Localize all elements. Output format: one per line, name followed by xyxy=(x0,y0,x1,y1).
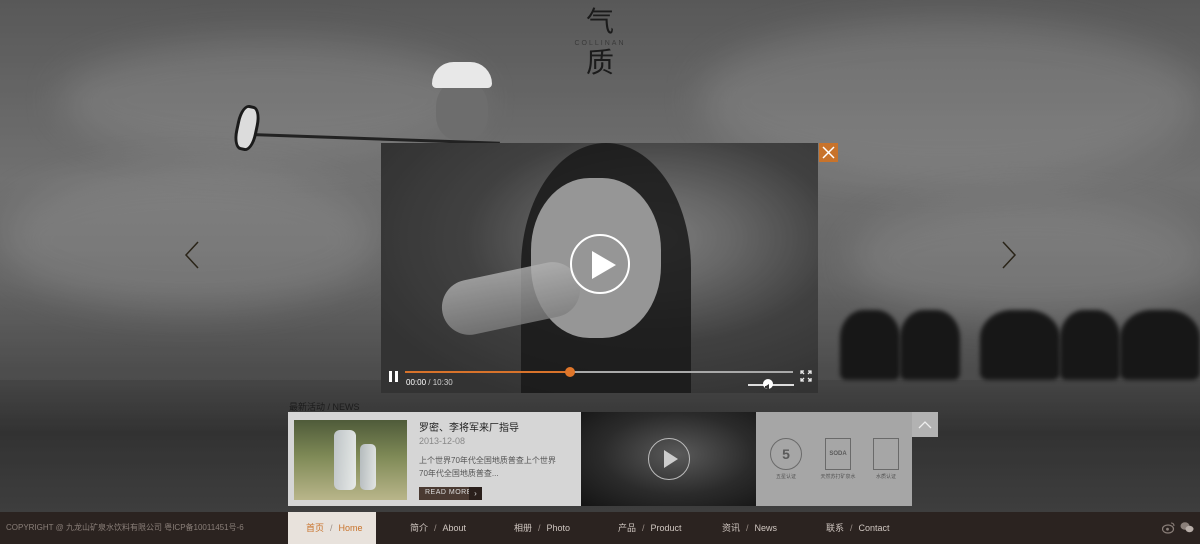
footer-nav-product[interactable]: 产品 / Product xyxy=(600,512,700,544)
fullscreen-button[interactable] xyxy=(800,369,812,382)
close-video-button[interactable] xyxy=(819,143,838,162)
time-separator: / xyxy=(426,378,433,387)
chevron-left-icon xyxy=(184,241,199,269)
play-thumbnail-button[interactable] xyxy=(648,438,690,480)
certificates-panel: 5 五星认证 SODA 天然苏打矿泉水 水质认证 xyxy=(756,412,912,506)
nav-label-en: Home xyxy=(338,523,363,533)
duration: 10:30 xyxy=(432,378,453,387)
read-more-button[interactable]: READ MORE › xyxy=(419,487,482,500)
video-player[interactable] xyxy=(381,143,818,393)
video-controls: 00:00 / 10:30 xyxy=(381,362,818,393)
current-time: 00:00 xyxy=(406,378,427,387)
play-button[interactable] xyxy=(570,234,630,294)
certificate-label: 五星认证 xyxy=(775,474,796,480)
nav-separator: / xyxy=(850,523,853,533)
nav-separator: / xyxy=(642,523,645,533)
fullscreen-icon xyxy=(800,370,812,382)
footer-nav-photo[interactable]: 相册 / Photo xyxy=(496,512,586,544)
progress-fill xyxy=(405,371,571,373)
footer-nav-contact[interactable]: 联系 / Contact xyxy=(808,512,908,544)
nav-label-cn: 相册 xyxy=(514,523,533,533)
footer-nav-about[interactable]: 简介 / About xyxy=(392,512,482,544)
nav-label-cn: 产品 xyxy=(618,523,637,533)
footer: COPYRIGHT @ 九龙山矿泉水饮料有限公司 粤ICP备10011451号-… xyxy=(0,512,1200,544)
certificate-soda: SODA 天然苏打矿泉水 xyxy=(820,438,856,480)
nav-label-en: About xyxy=(442,523,467,533)
news-description: 上个世界70年代全国地质普查上个世界70年代全国地质普查... xyxy=(419,456,556,478)
news-date: 2013-12-08 xyxy=(419,436,466,446)
water-quality-badge-icon xyxy=(873,438,899,470)
play-icon xyxy=(664,450,678,468)
footer-nav-home[interactable]: 首页 / Home xyxy=(288,512,376,544)
nav-label-en: Photo xyxy=(546,523,571,533)
pause-icon xyxy=(389,371,392,382)
nav-label-cn: 首页 xyxy=(306,523,325,533)
wechat-icon[interactable] xyxy=(1180,521,1194,534)
certificate-five-star: 5 五星认证 xyxy=(768,438,804,480)
video-thumbnail[interactable] xyxy=(581,412,756,506)
nav-label-cn: 联系 xyxy=(826,523,845,533)
read-more-label: READ MORE xyxy=(425,489,472,496)
weibo-icon[interactable] xyxy=(1161,521,1175,534)
nav-separator: / xyxy=(746,523,749,533)
volume-icon[interactable] xyxy=(762,379,773,390)
nav-separator: / xyxy=(330,523,333,533)
news-title[interactable]: 罗密、李将军来厂指导 xyxy=(419,419,519,434)
arrow-right-icon: › xyxy=(469,487,482,500)
close-icon xyxy=(822,146,835,159)
news-card: 罗密、李将军来厂指导 2013-12-08 上个世界70年代全国地质普查上个世界… xyxy=(288,412,581,506)
progress-knob[interactable] xyxy=(565,367,576,377)
logo-char-top: 气 xyxy=(585,5,614,38)
footer-nav-news[interactable]: 资讯 / News xyxy=(704,512,794,544)
brand-logo[interactable]: 气 COLLINAN 质 xyxy=(572,6,628,79)
progress-bar[interactable] xyxy=(405,367,793,377)
nav-separator: / xyxy=(434,523,437,533)
slider-next-button[interactable] xyxy=(1000,240,1018,270)
five-star-badge-icon: 5 xyxy=(770,438,802,470)
scroll-top-button[interactable] xyxy=(912,412,938,437)
news-thumbnail[interactable] xyxy=(294,420,407,500)
nav-label-en: Contact xyxy=(858,523,890,533)
chevron-right-icon xyxy=(1002,241,1017,269)
golfer-figure xyxy=(420,58,530,148)
nav-label-cn: 简介 xyxy=(410,523,429,533)
chevron-up-icon xyxy=(918,421,932,429)
soda-badge-icon: SODA xyxy=(825,438,851,470)
certificate-water: 水质认证 xyxy=(868,438,904,480)
time-display: 00:00 / 10:30 xyxy=(406,378,453,387)
slider-prev-button[interactable] xyxy=(183,240,201,270)
certificate-label: 水质认证 xyxy=(875,474,896,480)
pause-button[interactable] xyxy=(389,371,399,382)
nav-separator: / xyxy=(538,523,541,533)
logo-char-bottom: 质 xyxy=(585,46,614,79)
copyright-text: COPYRIGHT @ 九龙山矿泉水饮料有限公司 粤ICP备10011451号-… xyxy=(6,523,244,532)
certificate-label: 天然苏打矿泉水 xyxy=(820,474,856,480)
nav-label-cn: 资讯 xyxy=(722,523,741,533)
nav-label-en: Product xyxy=(650,523,682,533)
nav-label-en: News xyxy=(754,523,778,533)
play-icon xyxy=(592,251,616,279)
